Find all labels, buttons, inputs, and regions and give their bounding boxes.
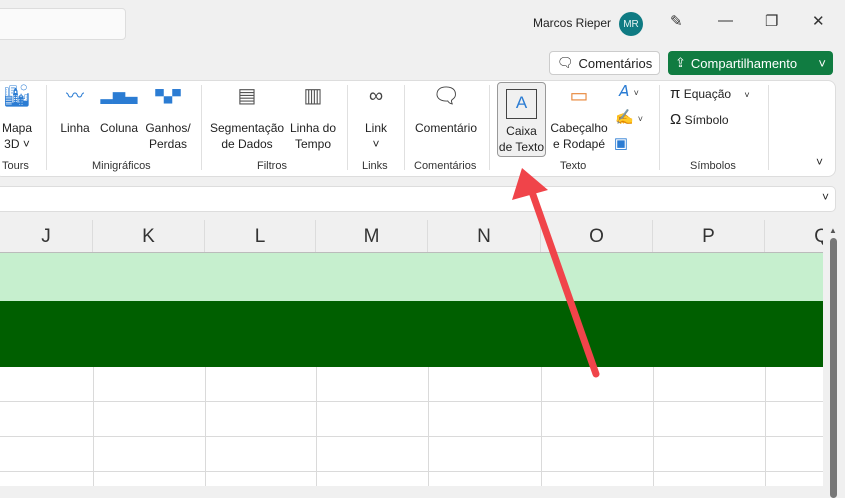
annotation-arrow <box>512 168 600 378</box>
